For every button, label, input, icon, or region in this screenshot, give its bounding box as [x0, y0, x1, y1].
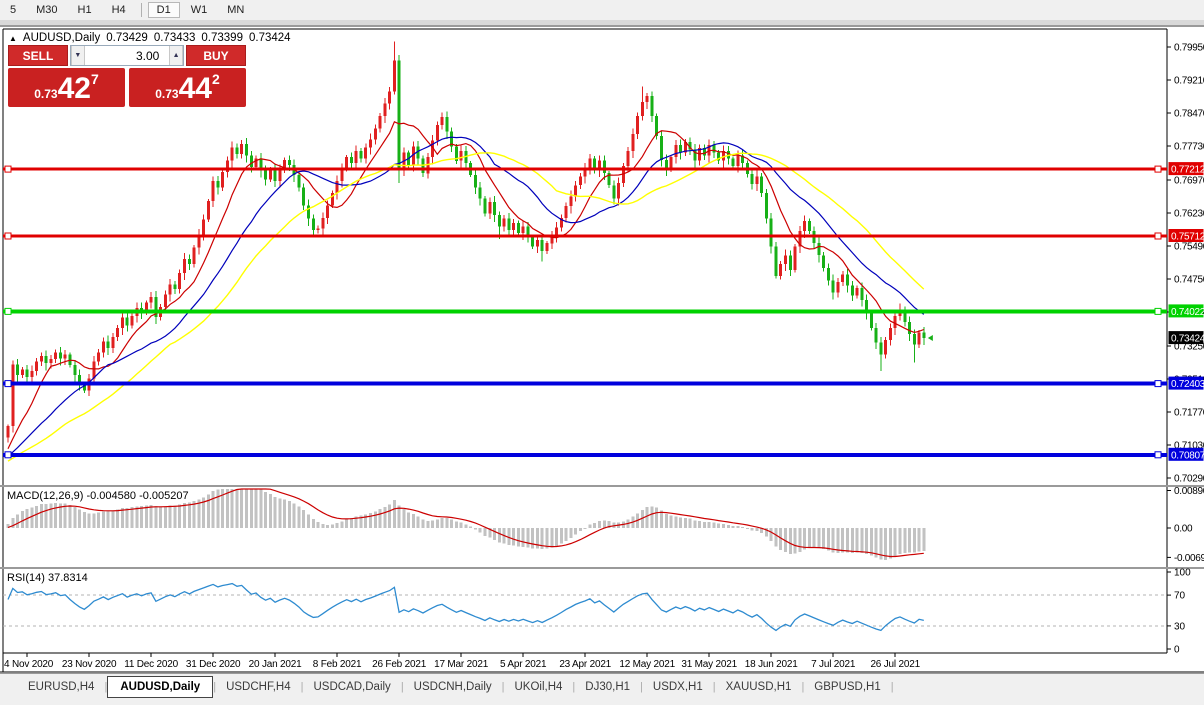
timeframe-button-5[interactable]: 5	[1, 2, 25, 18]
bid-big-digits: 42	[57, 72, 91, 105]
svg-text:30: 30	[1174, 621, 1186, 632]
buy-price-display[interactable]: 0.73 44 2	[129, 68, 246, 107]
svg-text:0: 0	[1174, 645, 1180, 656]
ohlc-low: 0.73399	[201, 32, 243, 44]
toolbar-divider	[140, 3, 142, 17]
timeframe-button-h1[interactable]: H1	[69, 2, 101, 18]
buy-button[interactable]: BUY	[186, 45, 246, 66]
svg-text:31 Dec 2020: 31 Dec 2020	[186, 659, 241, 670]
svg-text:0.00890: 0.00890	[1174, 486, 1204, 497]
volume-decrease-button[interactable]: ▼	[71, 46, 85, 65]
svg-text:100: 100	[1174, 568, 1191, 579]
volume-box: ▼ ▲	[70, 45, 184, 66]
svg-text:8 Feb 2021: 8 Feb 2021	[313, 659, 362, 670]
rsi-label: RSI(14) 37.8314	[7, 572, 88, 584]
svg-text:0.70290: 0.70290	[1174, 473, 1204, 484]
svg-text:4 Nov 2020: 4 Nov 2020	[4, 659, 54, 670]
svg-text:12 May 2021: 12 May 2021	[619, 659, 675, 670]
svg-text:11 Dec 2020: 11 Dec 2020	[124, 659, 178, 670]
svg-text:17 Mar 2021: 17 Mar 2021	[434, 659, 489, 670]
ask-prefix: 0.73	[155, 87, 179, 101]
svg-text:0.79950: 0.79950	[1174, 43, 1204, 54]
svg-text:18 Jun 2021: 18 Jun 2021	[745, 659, 798, 670]
price-chart-canvas: 0.79950 0.79210 0.78470 0.77730 0.76970 0.762…	[0, 27, 1204, 673]
axis-label-0.70807: 0.70807	[1168, 447, 1204, 461]
bid-pipette: 7	[90, 71, 99, 87]
svg-text:0.70807: 0.70807	[1171, 450, 1204, 461]
symbol-collapse-icon[interactable]: ▲	[9, 34, 17, 43]
chart-tab-xauusd[interactable]: XAUUSD,H1	[716, 677, 802, 697]
svg-text:0.71770: 0.71770	[1174, 407, 1204, 418]
toolbar-separator	[0, 20, 1204, 27]
chart-tab-dj30[interactable]: DJ30,H1	[575, 677, 640, 697]
svg-text:0.72403: 0.72403	[1171, 379, 1204, 390]
svg-text:0.75712: 0.75712	[1171, 232, 1204, 243]
chart-tab-usdchf[interactable]: USDCHF,H4	[216, 677, 301, 697]
axis-label-0.74022: 0.74022	[1168, 304, 1204, 318]
triangle-up-icon: ▲	[172, 52, 180, 59]
svg-text:26 Jul 2021: 26 Jul 2021	[870, 659, 920, 670]
sell-price-display[interactable]: 0.73 42 7	[8, 68, 125, 107]
symbol-label: AUDUSD,Daily	[22, 32, 101, 44]
ohlc-high: 0.73433	[153, 32, 196, 44]
tab-separator: |	[890, 681, 894, 693]
status-bar	[0, 700, 1204, 705]
timeframe-button-m30[interactable]: M30	[27, 2, 66, 18]
timeframe-button-h4[interactable]: H4	[103, 2, 135, 18]
axis-label-0.77212: 0.77212	[1168, 162, 1204, 176]
timeframe-toolbar: 5 M30 H1 H4 D1 W1 MN	[0, 0, 1204, 20]
macd-label: MACD(12,26,9) -0.004580 -0.005207	[7, 490, 189, 502]
svg-text:0.00: 0.00	[1174, 524, 1193, 535]
svg-text:0.75490: 0.75490	[1174, 241, 1204, 252]
chart-window: 0.79950 0.79210 0.78470 0.77730 0.76970 0.762…	[0, 27, 1204, 673]
ask-big-digits: 44	[178, 72, 212, 105]
ohlc-info-line: ▲ AUDUSD,Daily 0.73429 0.73433 0.73399 0…	[9, 32, 291, 44]
current-price-label: 0.73424	[1168, 331, 1204, 345]
chart-tabs-bar: EURUSD,H4 | AUDUSD,Daily | USDCHF,H4 | USDCAD,…	[0, 673, 1204, 700]
svg-text:-0.00697: -0.00697	[1174, 553, 1204, 564]
svg-text:20 Jan 2021: 20 Jan 2021	[249, 659, 302, 670]
chart-tab-gbpusd[interactable]: GBPUSD,H1	[804, 677, 890, 697]
chart-tab-usdcnh[interactable]: USDCNH,Daily	[404, 677, 502, 697]
svg-text:26 Feb 2021: 26 Feb 2021	[372, 659, 427, 670]
svg-text:0.74022: 0.74022	[1171, 307, 1204, 318]
mt4-terminal: 5M30H1H4 D1W1MN 0.79950 0.79210 0.78470 0.77…	[0, 0, 1204, 705]
svg-text:7 Jul 2021: 7 Jul 2021	[811, 659, 856, 670]
timeframe-button-mn[interactable]: MN	[218, 2, 253, 18]
volume-increase-button[interactable]: ▲	[169, 46, 183, 65]
svg-text:0.77212: 0.77212	[1171, 165, 1204, 176]
svg-text:23 Nov 2020: 23 Nov 2020	[62, 659, 117, 670]
axis-label-0.72403: 0.72403	[1168, 376, 1204, 390]
one-click-trading-panel: SELL ▼ ▲ BUY 0.73427 0.73442	[8, 45, 246, 107]
chart-tab-usdcad[interactable]: USDCAD,Daily	[303, 677, 400, 697]
ask-pipette: 2	[211, 71, 220, 87]
chart-tab-audusd[interactable]: AUDUSD,Daily	[107, 676, 214, 698]
svg-text:70: 70	[1174, 591, 1186, 602]
svg-text:0.73424: 0.73424	[1171, 334, 1204, 345]
svg-text:0.76970: 0.76970	[1174, 175, 1204, 186]
bid-prefix: 0.73	[34, 87, 58, 101]
timeframe-button-w1[interactable]: W1	[182, 2, 217, 18]
triangle-down-icon: ▼	[74, 52, 82, 59]
timeframe-button-d1[interactable]: D1	[147, 2, 180, 18]
svg-text:0.74750: 0.74750	[1174, 274, 1204, 285]
axis-label-0.75712: 0.75712	[1168, 229, 1204, 243]
ohlc-open: 0.73429	[106, 32, 148, 44]
svg-text:31 May 2021: 31 May 2021	[681, 659, 737, 670]
sell-button[interactable]: SELL	[8, 45, 68, 66]
volume-input[interactable]	[84, 46, 170, 65]
svg-text:0.78470: 0.78470	[1174, 109, 1204, 120]
svg-text:0.76230: 0.76230	[1174, 208, 1204, 219]
chart-tab-ukoil[interactable]: UKOil,H4	[504, 677, 572, 697]
svg-text:5 Apr 2021: 5 Apr 2021	[500, 659, 547, 670]
ohlc-close: 0.73424	[248, 32, 291, 44]
chart-tab-usdx[interactable]: USDX,H1	[643, 677, 713, 697]
svg-text:0.79210: 0.79210	[1174, 76, 1204, 87]
chart-tab-eurusd[interactable]: EURUSD,H4	[18, 677, 104, 697]
svg-text:23 Apr 2021: 23 Apr 2021	[559, 659, 611, 670]
svg-text:0.77730: 0.77730	[1174, 142, 1204, 153]
